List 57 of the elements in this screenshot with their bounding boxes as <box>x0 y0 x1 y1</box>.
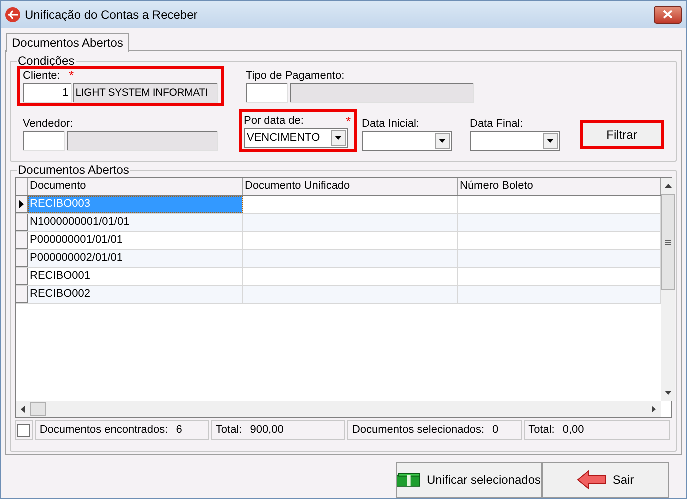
row-header[interactable] <box>16 196 28 213</box>
status-label: Total: <box>216 422 242 438</box>
status-label: Total: <box>528 422 555 438</box>
status-value: 900,00 <box>250 422 284 438</box>
dropdown-arrow-icon <box>439 139 446 143</box>
unify-button[interactable]: Unificar selecionados <box>396 462 542 498</box>
column-header[interactable]: Documento <box>28 178 243 195</box>
field-label: Vendedor: <box>23 117 74 131</box>
status-label: Documentos encontrados: <box>40 422 168 438</box>
horizontal-scrollbar[interactable] <box>16 401 661 417</box>
dropdown[interactable] <box>362 131 452 151</box>
input-field: LIGHT SYSTEM INFORMATI <box>72 83 218 103</box>
scroll-up-icon[interactable] <box>664 184 672 188</box>
status-value: 0,00 <box>562 422 584 438</box>
scroll-right-icon[interactable] <box>652 406 656 412</box>
scroll-thumb[interactable] <box>661 194 675 290</box>
field-label: Tipo de Pagamento: <box>246 69 346 83</box>
required-mark: * <box>69 71 74 81</box>
grip-icon <box>665 240 671 244</box>
dropdown[interactable] <box>470 131 560 151</box>
tab[interactable]: Documentos Abertos <box>6 33 130 52</box>
input-field[interactable] <box>23 131 65 151</box>
table-cell: N1000000001/01/01 <box>28 214 243 231</box>
table-cell: RECIBO002 <box>28 286 243 303</box>
dropdown-arrow-icon <box>335 136 342 140</box>
dropdown[interactable]: VENCIMENTO <box>244 128 348 148</box>
table-cell: RECIBO003 <box>28 196 243 213</box>
money-stack-icon <box>397 472 421 488</box>
window-title: Unificação do Contas a Receber <box>25 6 199 24</box>
table-cell: P000000001/01/01 <box>28 232 243 249</box>
exit-button[interactable]: Sair <box>542 462 669 498</box>
table-cell: RECIBO001 <box>28 268 243 285</box>
left-arrow-icon <box>576 470 607 490</box>
field-label: Data Final: <box>470 117 524 131</box>
field-label: Data Inicial: <box>362 117 420 131</box>
group-title: Documentos Abertos <box>17 163 130 177</box>
required-mark: * <box>346 117 352 127</box>
checkbox[interactable] <box>17 424 30 436</box>
status-label: Documentos selecionados: <box>352 422 485 438</box>
close-button[interactable] <box>654 6 682 24</box>
input-field[interactable]: 1 <box>23 83 72 103</box>
scroll-left-icon[interactable] <box>21 406 25 412</box>
current-row-icon <box>19 200 24 208</box>
input-field[interactable] <box>246 83 288 103</box>
field-label: Cliente: <box>23 70 60 83</box>
scroll-down-icon[interactable] <box>664 391 672 395</box>
status-value: 0 <box>492 422 499 438</box>
status-value: 6 <box>176 422 182 438</box>
column-header[interactable]: Documento Unificado <box>243 178 458 195</box>
filter-button[interactable]: Filtrar <box>582 122 662 147</box>
dropdown-arrow-icon <box>547 139 554 143</box>
vertical-scrollbar[interactable] <box>661 178 675 401</box>
app-icon <box>5 6 21 22</box>
field-label: Por data de: <box>244 114 304 128</box>
table-cell: P000000002/01/01 <box>28 250 243 267</box>
close-icon <box>663 10 673 19</box>
scroll-thumb[interactable] <box>30 402 46 416</box>
